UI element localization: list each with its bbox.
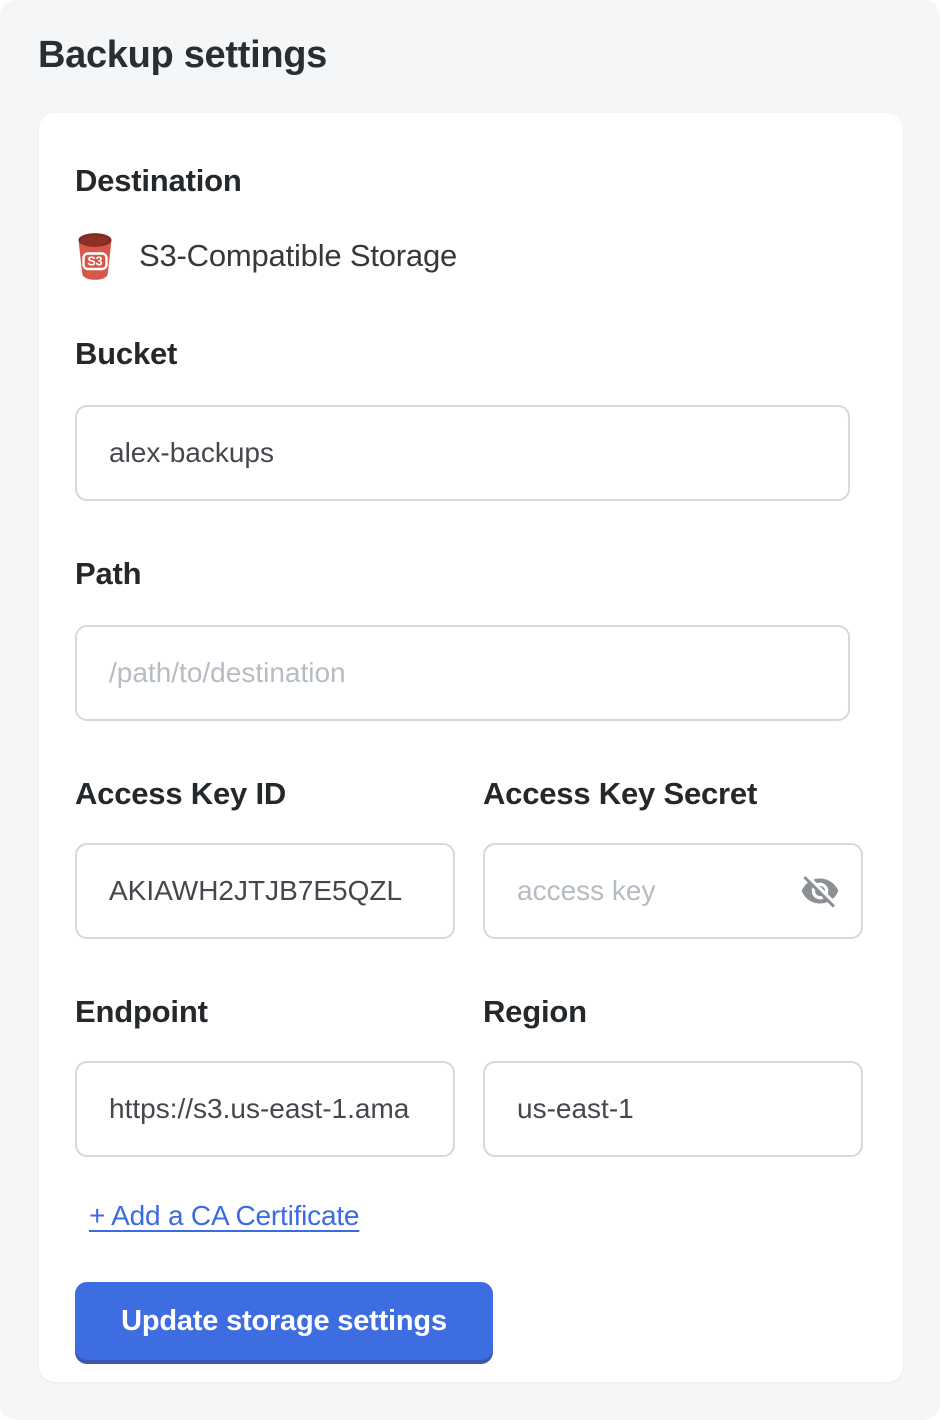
bucket-input[interactable] xyxy=(75,405,850,501)
backup-settings-page: Backup settings Destination S3 S3-Compat… xyxy=(0,0,940,1420)
page-title: Backup settings xyxy=(0,0,940,78)
access-key-id-field: Access Key ID xyxy=(75,776,455,939)
endpoint-label: Endpoint xyxy=(75,994,455,1030)
eye-off-icon[interactable] xyxy=(799,870,841,912)
access-key-secret-input-wrap xyxy=(483,843,863,939)
bucket-label: Bucket xyxy=(75,336,863,372)
endpoint-region-row: Endpoint Region xyxy=(75,994,863,1157)
backup-settings-card: Destination S3 S3-Compatible Storage Buc… xyxy=(39,113,903,1382)
path-label: Path xyxy=(75,556,863,592)
update-storage-settings-button[interactable]: Update storage settings xyxy=(75,1282,493,1360)
access-key-row: Access Key ID Access Key Secret xyxy=(75,776,863,939)
destination-label: Destination xyxy=(75,163,863,199)
access-key-secret-field: Access Key Secret xyxy=(483,776,863,939)
s3-bucket-icon: S3 xyxy=(75,232,115,280)
path-input[interactable] xyxy=(75,625,850,721)
destination-row: S3 S3-Compatible Storage xyxy=(75,232,863,280)
access-key-secret-label: Access Key Secret xyxy=(483,776,863,812)
region-field: Region xyxy=(483,994,863,1157)
endpoint-input[interactable] xyxy=(75,1061,455,1157)
endpoint-field: Endpoint xyxy=(75,994,455,1157)
region-label: Region xyxy=(483,994,863,1030)
svg-text:S3: S3 xyxy=(87,255,102,269)
region-input[interactable] xyxy=(483,1061,863,1157)
add-ca-certificate-link[interactable]: + Add a CA Certificate xyxy=(89,1200,359,1232)
access-key-id-label: Access Key ID xyxy=(75,776,455,812)
destination-value: S3-Compatible Storage xyxy=(139,238,457,274)
access-key-id-input[interactable] xyxy=(75,843,455,939)
